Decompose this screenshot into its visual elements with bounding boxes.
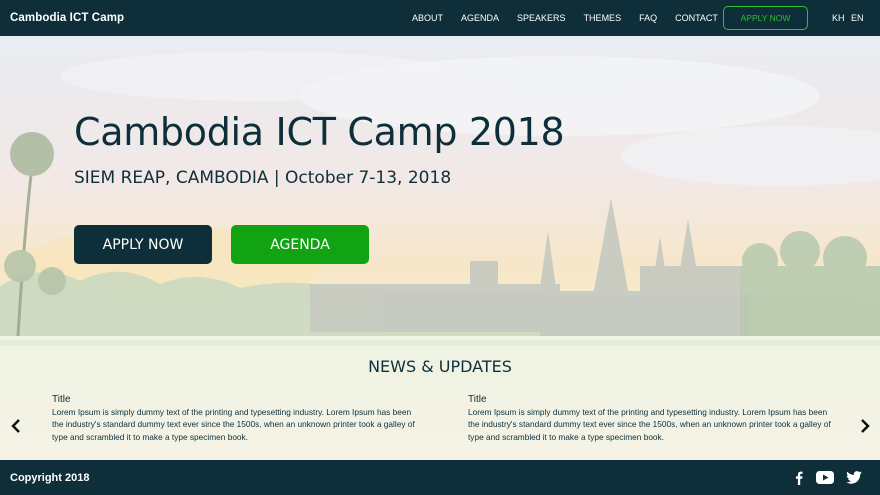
- nav-link-speakers[interactable]: SPEAKERS: [517, 13, 566, 23]
- news-item-body: Lorem Ipsum is simply dummy text of the …: [468, 407, 831, 442]
- nav-link-themes[interactable]: THEMES: [584, 13, 622, 23]
- language-en[interactable]: EN: [851, 0, 864, 36]
- site-footer: Copyright 2018: [0, 460, 880, 495]
- hero-section: Cambodia ICT Camp 2018 SIEM REAP, CAMBOD…: [0, 36, 880, 460]
- carousel-next-arrow[interactable]: [857, 416, 873, 436]
- nav-link-faq[interactable]: FAQ: [639, 13, 657, 23]
- carousel-prev-arrow[interactable]: [8, 416, 24, 436]
- news-item-title: Title: [468, 394, 487, 405]
- top-navbar: Cambodia ICT Camp ABOUT AGENDA SPEAKERS …: [0, 0, 880, 36]
- nav-apply-now-button[interactable]: APPLY NOW: [723, 6, 808, 30]
- nav-link-contact[interactable]: CONTACT: [675, 13, 718, 23]
- site-brand[interactable]: Cambodia ICT Camp: [10, 12, 124, 24]
- nav-link-agenda[interactable]: AGENDA: [461, 13, 499, 23]
- hero-title: Cambodia ICT Camp 2018: [74, 110, 565, 154]
- news-item[interactable]: Title Lorem Ipsum is simply dummy text o…: [52, 394, 417, 443]
- hero-agenda-button[interactable]: AGENDA: [231, 225, 369, 264]
- facebook-icon[interactable]: [793, 469, 805, 486]
- youtube-icon[interactable]: [815, 469, 835, 486]
- hero-apply-now-button[interactable]: APPLY NOW: [74, 225, 212, 264]
- language-kh[interactable]: KH: [832, 0, 845, 36]
- chevron-right-icon: [861, 419, 870, 433]
- chevron-left-icon: [11, 419, 20, 433]
- nav-link-about[interactable]: ABOUT: [412, 13, 443, 23]
- nav-links: ABOUT AGENDA SPEAKERS THEMES FAQ CONTACT: [412, 0, 736, 36]
- news-item[interactable]: Title Lorem Ipsum is simply dummy text o…: [468, 394, 833, 443]
- news-item-body: Lorem Ipsum is simply dummy text of the …: [52, 407, 415, 442]
- twitter-icon[interactable]: [845, 469, 863, 486]
- news-item-title: Title: [52, 394, 71, 405]
- hero-subtitle: SIEM REAP, CAMBODIA | October 7-13, 2018: [74, 168, 452, 188]
- news-section-heading: NEWS & UPDATES: [368, 357, 512, 376]
- footer-copyright: Copyright 2018: [10, 471, 90, 484]
